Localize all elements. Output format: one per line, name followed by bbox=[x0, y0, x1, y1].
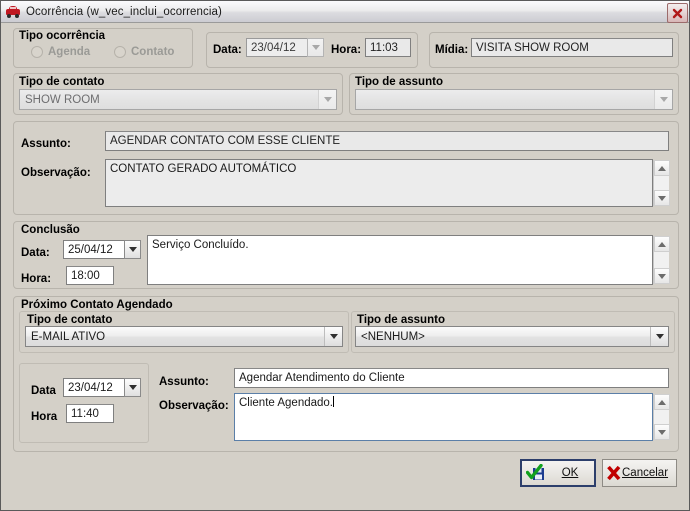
proximo-tipo-assunto-label: Tipo de assunto bbox=[357, 314, 445, 326]
chevron-down-icon[interactable] bbox=[654, 90, 672, 109]
proximo-tipo-contato-value: E-MAIL ATIVO bbox=[31, 330, 106, 343]
radio-agenda-label: Agenda bbox=[48, 46, 91, 58]
proximo-data-dropdown-icon[interactable] bbox=[124, 378, 141, 397]
conclusao-textarea[interactable]: Serviço Concluído. bbox=[147, 235, 653, 285]
chevron-down-icon[interactable] bbox=[318, 90, 336, 109]
ok-button[interactable]: OK bbox=[520, 459, 596, 487]
scroll-up-icon[interactable] bbox=[654, 394, 670, 410]
proximo-assunto-input[interactable]: Agendar Atendimento do Cliente bbox=[234, 368, 669, 388]
data-ocorrencia-dropdown-icon[interactable] bbox=[307, 38, 324, 57]
data-ocorrencia-value: 23/04/12 bbox=[246, 38, 307, 57]
close-icon[interactable] bbox=[667, 3, 688, 23]
scroll-up-icon[interactable] bbox=[654, 236, 670, 252]
radio-contato-label: Contato bbox=[131, 46, 175, 58]
tipo-contato-label: Tipo de contato bbox=[19, 76, 105, 88]
proximo-tipo-contato-combo[interactable]: E-MAIL ATIVO bbox=[25, 326, 343, 347]
proximo-data-value: 23/04/12 bbox=[63, 378, 124, 397]
proximo-hora-input[interactable]: 11:40 bbox=[66, 404, 114, 423]
tipo-assunto-label: Tipo de assunto bbox=[355, 76, 443, 88]
radio-agenda-indicator bbox=[31, 46, 43, 58]
data-label: Data: bbox=[213, 44, 242, 56]
scroll-down-icon[interactable] bbox=[654, 268, 670, 284]
radio-contato[interactable]: Contato bbox=[114, 46, 174, 58]
assunto-input[interactable]: AGENDAR CONTATO COM ESSE CLIENTE bbox=[105, 131, 669, 151]
cancel-button-label: Cancelar bbox=[622, 467, 669, 479]
proximo-assunto-label: Assunto: bbox=[159, 376, 209, 388]
proximo-observacao-textarea[interactable]: Cliente Agendado. bbox=[234, 393, 653, 441]
save-check-icon bbox=[525, 463, 546, 482]
title-bar: Ocorrência (w_vec_inclui_ocorrencia) bbox=[1, 1, 689, 23]
window-title: Ocorrência (w_vec_inclui_ocorrencia) bbox=[26, 5, 222, 18]
conclusao-scrollbar[interactable] bbox=[653, 236, 670, 284]
tipo-contato-combo[interactable]: SHOW ROOM bbox=[19, 89, 337, 110]
chevron-down-icon[interactable] bbox=[650, 327, 668, 346]
proximo-tipo-assunto-combo[interactable]: <NENHUM> bbox=[355, 326, 669, 347]
cancel-button[interactable]: Cancelar bbox=[602, 459, 677, 487]
occurrence-dialog-window: Ocorrência (w_vec_inclui_ocorrencia) Tip… bbox=[0, 0, 690, 511]
scroll-down-icon[interactable] bbox=[654, 424, 670, 440]
data-ocorrencia-datepicker[interactable]: 23/04/12 bbox=[246, 38, 324, 57]
proximo-tipo-assunto-value: <NENHUM> bbox=[361, 330, 425, 343]
hora-label: Hora: bbox=[331, 44, 362, 56]
ok-button-label: OK bbox=[561, 467, 579, 479]
car-icon bbox=[5, 4, 21, 20]
radio-agenda[interactable]: Agenda bbox=[31, 46, 90, 58]
proximo-data-label: Data bbox=[31, 385, 56, 397]
proximo-observacao-scrollbar[interactable] bbox=[653, 394, 670, 440]
hora-ocorrencia-input[interactable]: 11:03 bbox=[365, 38, 411, 57]
conclusao-data-dropdown-icon[interactable] bbox=[124, 240, 141, 259]
proximo-observacao-label: Observação: bbox=[159, 400, 229, 412]
tipo-ocorrencia-group-label: Tipo ocorrência bbox=[19, 30, 106, 42]
proximo-data-hora-panel bbox=[19, 363, 149, 443]
conclusao-hora-input[interactable]: 18:00 bbox=[66, 266, 114, 285]
scroll-down-icon[interactable] bbox=[654, 190, 670, 206]
proximo-tipo-contato-label: Tipo de contato bbox=[27, 314, 113, 326]
red-x-icon bbox=[606, 464, 622, 482]
conclusao-group-label: Conclusão bbox=[21, 224, 80, 236]
tipo-contato-combo-value: SHOW ROOM bbox=[25, 93, 100, 106]
observacao-scrollbar[interactable] bbox=[653, 160, 670, 206]
observacao-label: Observação: bbox=[21, 167, 91, 179]
conclusao-datepicker[interactable]: 25/04/12 bbox=[63, 240, 141, 259]
tipo-assunto-combo[interactable] bbox=[355, 89, 673, 110]
conclusao-hora-label: Hora: bbox=[21, 273, 52, 285]
midia-input[interactable]: VISITA SHOW ROOM bbox=[471, 38, 673, 57]
conclusao-data-label: Data: bbox=[21, 247, 50, 259]
midia-label: Mídia: bbox=[435, 44, 469, 56]
chevron-down-icon[interactable] bbox=[324, 327, 342, 346]
text-caret bbox=[333, 396, 334, 407]
conclusao-data-value: 25/04/12 bbox=[63, 240, 124, 259]
assunto-label: Assunto: bbox=[21, 138, 71, 150]
proximo-observacao-value: Cliente Agendado. bbox=[239, 397, 333, 409]
proximo-contato-group-label: Próximo Contato Agendado bbox=[21, 299, 173, 311]
scroll-up-icon[interactable] bbox=[654, 160, 670, 176]
radio-contato-indicator bbox=[114, 46, 126, 58]
observacao-textarea[interactable]: CONTATO GERADO AUTOMÁTICO bbox=[105, 159, 653, 207]
proximo-hora-label: Hora bbox=[31, 411, 58, 423]
proximo-datepicker[interactable]: 23/04/12 bbox=[63, 378, 141, 397]
